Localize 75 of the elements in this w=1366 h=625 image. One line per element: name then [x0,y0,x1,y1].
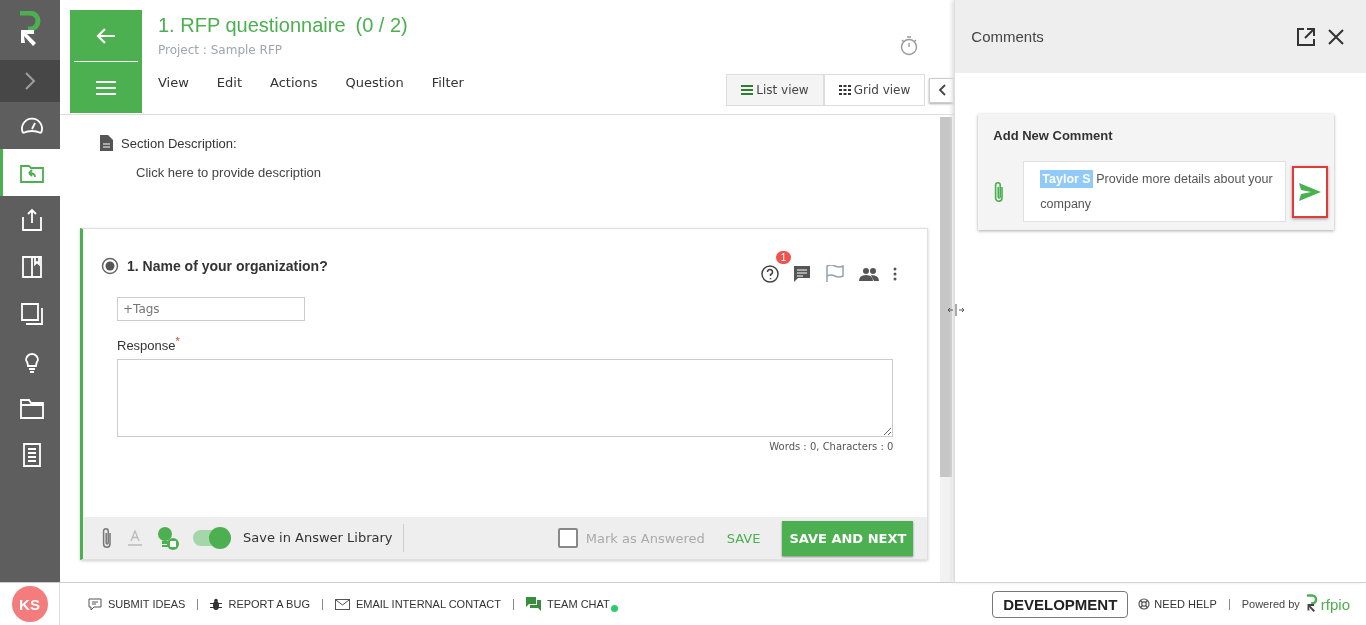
menu-item[interactable]: Filter [417,71,478,94]
scrollbar[interactable] [940,117,953,582]
chat-icon [526,597,541,611]
comment-button[interactable] [793,265,812,283]
answer-library-button[interactable] [157,526,179,550]
panel-title: Comments [971,28,1045,45]
text-format-icon [127,530,143,546]
radio-button[interactable] [101,257,119,275]
project-name: Project : Sample RFP [158,43,283,57]
grid-icon [838,85,851,95]
list-icon [741,85,754,95]
document-icon [100,135,113,151]
attach-button[interactable] [993,179,1006,204]
lifebuoy-icon [1138,598,1151,610]
comment-icon [793,265,812,283]
checkbox-label: Mark as Answered [585,530,705,546]
close-icon [1328,28,1344,45]
section-label: Section Description: [121,135,237,151]
notification-badge: 1 [775,251,792,264]
menu-item[interactable]: View [144,71,203,94]
answered-checkbox[interactable] [557,528,578,548]
send-button[interactable] [1292,165,1328,218]
menu-icon [96,80,116,95]
environment-label: DEVELOPMENT [992,590,1129,618]
powered-by-text: Powered by [1241,598,1300,610]
view-tab[interactable]: List view [726,74,824,106]
speech-bubble-icon [88,597,102,611]
flag-button[interactable] [825,265,846,283]
paperclip-icon [101,527,113,549]
arrow-left-icon [96,26,116,45]
paperclip-icon [993,179,1006,204]
sidebar-item[interactable] [0,149,60,196]
card-title: Add New Comment [993,128,1114,143]
section-description[interactable]: Click here to provide description [136,165,929,180]
more-button[interactable] [893,267,898,281]
bulb-save-icon [157,526,179,550]
menu-item[interactable]: Edit [202,71,257,94]
envelope-icon [334,598,350,610]
page-title: 1. RFP questionnaire [158,14,346,36]
word-counter: Words : 0, Characters : 0 [769,441,894,453]
chevron-right-icon [24,71,36,91]
required-mark: * [175,335,180,347]
question-title: 1. Name of your organization? [127,258,329,274]
send-icon [1299,182,1321,201]
response-field[interactable] [117,359,894,438]
chevron-left-icon [937,84,946,96]
logo-icon [18,11,42,49]
collapse-button[interactable] [929,77,955,103]
people-icon [859,267,880,281]
more-icon [893,267,898,281]
resize-handle-icon[interactable] [947,303,966,317]
windows-icon [18,300,45,327]
comment-field[interactable]: Taylor S Provide more details about your company [1023,161,1286,222]
stopwatch-icon [900,36,919,56]
attach-button[interactable] [101,527,113,549]
question-count: (0 / 2) [355,14,408,36]
external-link-icon [1296,26,1316,47]
brand-name: rfpio [1320,595,1350,613]
flag-icon [825,265,846,283]
logo-icon [1305,594,1318,614]
footer-link[interactable]: REPORT A BUG [210,597,310,611]
bug-icon [210,597,223,611]
help-link[interactable]: NEED HELP [1138,598,1217,610]
menu-item[interactable]: Actions [256,71,332,94]
footer-link[interactable]: TEAM CHAT [526,597,610,611]
people-button[interactable] [859,267,880,281]
view-tab[interactable]: Grid view [823,74,926,106]
footer-link[interactable]: EMAIL INTERNAL CONTACT [334,598,501,610]
response-label: Response [117,338,176,354]
tags-field[interactable]: +Tags [117,297,305,321]
library-toggle[interactable] [193,530,229,546]
menu-item[interactable]: Question [331,71,418,94]
footer-link[interactable]: SUBMIT IDEAS [88,597,186,611]
toggle-label: Save in Answer Library [243,524,404,552]
question-mark-icon [761,265,780,283]
